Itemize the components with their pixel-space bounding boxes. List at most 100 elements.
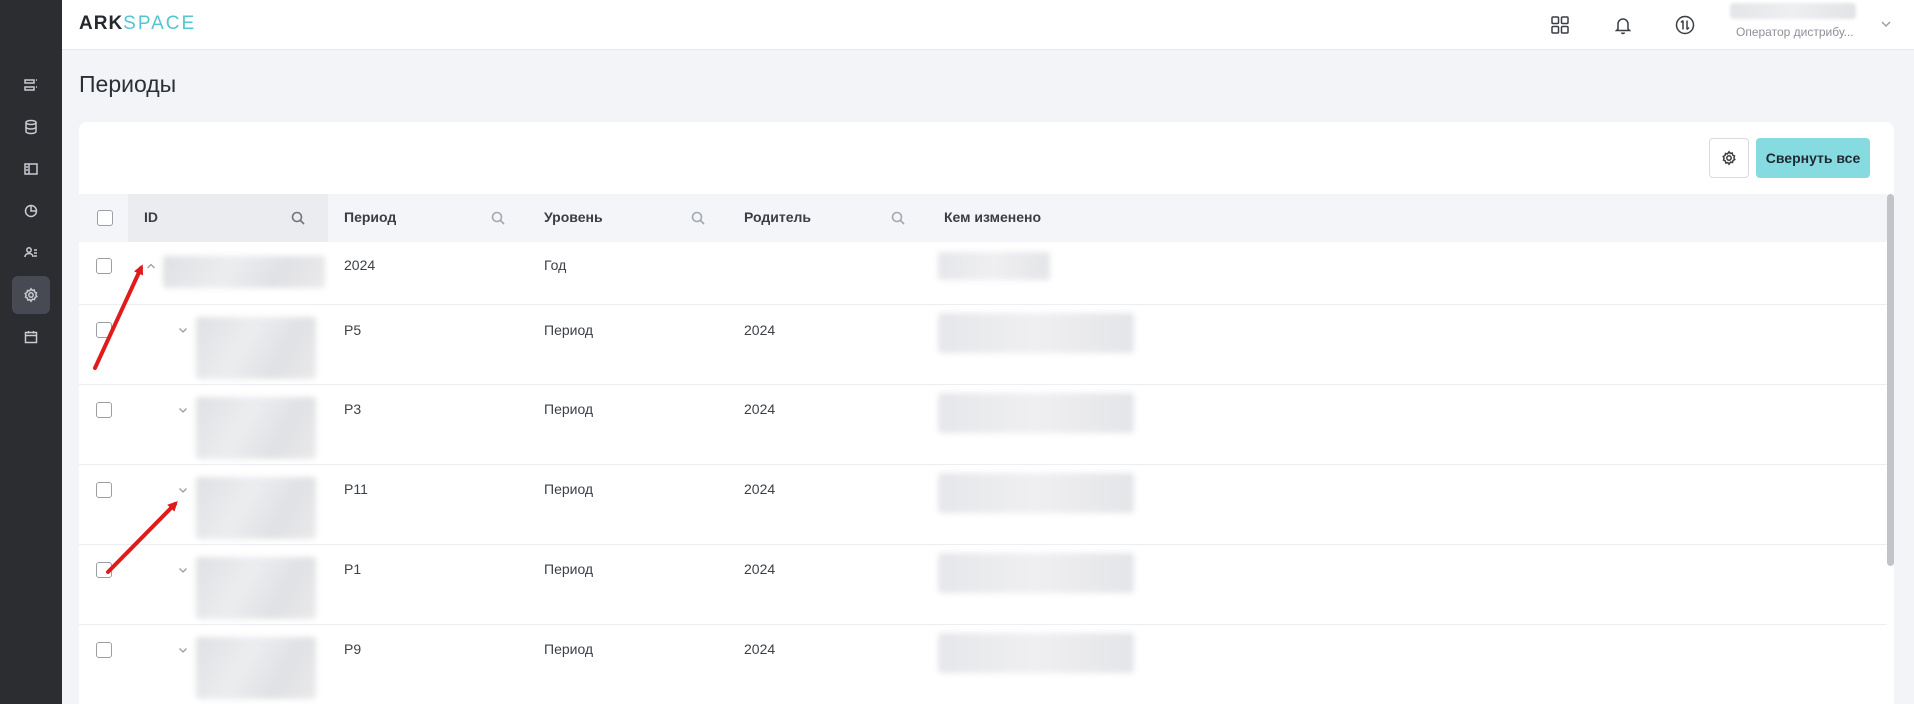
users-icon (24, 247, 37, 258)
page-title: Периоды (79, 71, 177, 97)
row-checkbox[interactable] (96, 258, 112, 274)
row-id-blurred (196, 477, 316, 539)
table-scrollbar[interactable] (1887, 194, 1894, 566)
column-parent-label[interactable]: Родитель (744, 209, 811, 225)
row-level: Год (544, 257, 567, 273)
row-period: P3 (344, 401, 362, 417)
row-expand-toggle[interactable] (177, 643, 189, 655)
user-name-blurred[interactable] (1730, 3, 1856, 19)
chevron-down-icon (1881, 21, 1891, 28)
table-header: ID Период Уровень Родитель Кем изменено (79, 194, 1887, 242)
table-row[interactable]: P3 Период 2024 (79, 385, 1887, 465)
row-level: Период (544, 481, 594, 497)
user-role: Оператор дистрибу... (1736, 25, 1854, 39)
notifications-button[interactable] (1609, 11, 1637, 39)
row-checkbox[interactable] (96, 562, 112, 578)
row-modified-by-blurred (938, 313, 1134, 353)
row-modified-by-blurred (938, 553, 1134, 593)
row-expand-toggle[interactable] (177, 483, 189, 495)
sidebar-item-reports[interactable] (12, 192, 50, 230)
search-icon (291, 211, 305, 225)
top-header: ARKSPACE Оператор дистрибу... (62, 0, 1914, 50)
logo-text-accent: SPACE (123, 13, 197, 34)
swap-icon (1675, 15, 1695, 35)
sidebar (0, 0, 62, 704)
table-row[interactable]: 2024 Год (79, 242, 1887, 305)
column-parent-search[interactable] (890, 210, 906, 226)
table-row[interactable]: P1 Период 2024 (79, 545, 1887, 625)
row-period: P9 (344, 641, 362, 657)
row-level: Период (544, 561, 594, 577)
column-period-search[interactable] (490, 210, 506, 226)
row-parent: 2024 (744, 561, 776, 577)
row-level: Период (544, 322, 594, 338)
row-parent: 2024 (744, 641, 776, 657)
bell-icon (1614, 18, 1632, 35)
row-id-blurred (196, 397, 316, 459)
row-period: P1 (344, 561, 362, 577)
chevron-up-icon (147, 263, 155, 269)
row-expand-toggle[interactable] (177, 323, 189, 335)
row-period: P11 (344, 481, 368, 497)
row-modified-by-blurred (938, 633, 1134, 673)
row-modified-by-blurred (938, 473, 1134, 513)
row-parent: 2024 (744, 481, 776, 497)
user-menu-chevron[interactable] (1879, 17, 1893, 31)
row-checkbox[interactable] (96, 402, 112, 418)
column-level-label[interactable]: Уровень (544, 209, 603, 225)
chevron-down-icon (179, 328, 187, 333)
switch-account-button[interactable] (1671, 11, 1699, 39)
table-row[interactable]: P11 Период 2024 (79, 465, 1887, 545)
sidebar-item-settings[interactable] (12, 276, 50, 314)
row-id-blurred (196, 557, 316, 619)
column-level-search[interactable] (690, 210, 706, 226)
row-id-blurred (163, 256, 325, 288)
sidebar-item-calendar[interactable] (12, 318, 50, 356)
row-collapse-toggle[interactable] (145, 259, 157, 271)
table-settings-button[interactable] (1709, 138, 1749, 178)
column-modified-by-label[interactable]: Кем изменено (944, 209, 1041, 225)
row-modified-by-blurred (938, 393, 1134, 433)
column-id-search[interactable] (290, 210, 306, 226)
row-id-blurred (196, 317, 316, 379)
calendar-icon (24, 331, 38, 344)
chevron-down-icon (179, 408, 187, 413)
select-all-checkbox[interactable] (97, 210, 113, 226)
search-icon (491, 211, 505, 225)
apps-grid-button[interactable] (1546, 11, 1574, 39)
row-checkbox[interactable] (96, 482, 112, 498)
search-icon (691, 211, 705, 225)
app-logo[interactable]: ARKSPACE (79, 13, 196, 35)
row-id-blurred (196, 637, 316, 699)
pie-chart-icon (24, 204, 38, 218)
row-expand-toggle[interactable] (177, 563, 189, 575)
logo-text-primary: ARK (79, 13, 124, 34)
row-modified-by-blurred (938, 252, 1050, 280)
list-icon (24, 79, 37, 91)
table-row[interactable]: P5 Период 2024 (79, 305, 1887, 385)
column-period-label[interactable]: Период (344, 209, 396, 225)
collapse-all-button[interactable]: Свернуть все (1756, 138, 1870, 178)
layout-icon (24, 163, 38, 175)
database-icon (25, 119, 37, 135)
sidebar-item-tasks[interactable] (12, 66, 50, 104)
row-level: Период (544, 401, 594, 417)
gear-icon (24, 287, 38, 303)
search-icon (891, 211, 905, 225)
row-checkbox[interactable] (96, 642, 112, 658)
row-period: P5 (344, 322, 362, 338)
row-parent: 2024 (744, 322, 776, 338)
row-level: Период (544, 641, 594, 657)
sidebar-item-layout[interactable] (12, 150, 50, 188)
column-id-label: ID (144, 209, 158, 225)
sidebar-item-users[interactable] (12, 234, 50, 272)
row-expand-toggle[interactable] (177, 403, 189, 415)
grid-icon (1551, 16, 1569, 34)
row-period: 2024 (344, 257, 376, 273)
table-row[interactable]: P9 Период 2024 (79, 625, 1887, 704)
chevron-down-icon (179, 568, 187, 573)
row-checkbox[interactable] (96, 322, 112, 338)
gear-icon (1722, 150, 1736, 166)
chevron-down-icon (179, 648, 187, 653)
sidebar-item-data[interactable] (12, 108, 50, 146)
